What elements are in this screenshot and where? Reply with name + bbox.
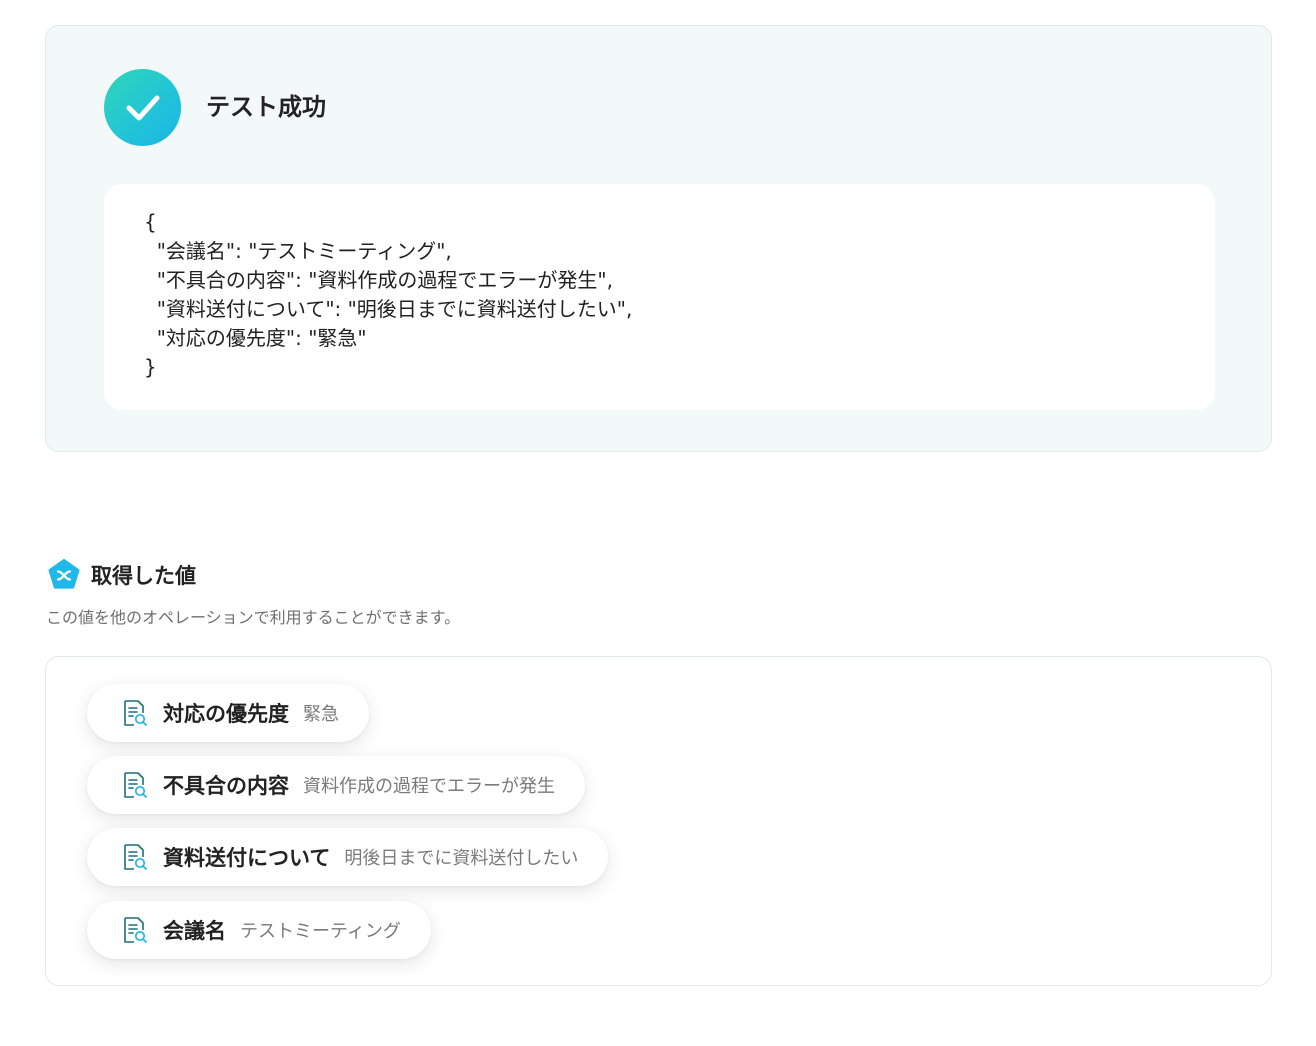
document-search-icon: [124, 917, 147, 943]
document-search-icon: [124, 844, 147, 870]
value-chip-meeting-name[interactable]: 会議名 テストミーティング: [87, 901, 431, 959]
retrieved-values-description: この値を他のオペレーションで利用することができます。: [46, 608, 461, 627]
value-chip-label: 資料送付について: [163, 846, 331, 870]
retrieved-values-title: 取得した値: [91, 564, 196, 588]
value-chip-label: 会議名: [163, 919, 226, 943]
json-output-text: { "会議名": "テストミーティング", "不具合の内容": "資料作成の過程…: [144, 210, 633, 379]
value-chip-issue[interactable]: 不具合の内容 資料作成の過程でエラーが発生: [87, 756, 585, 814]
value-chip-value: 資料作成の過程でエラーが発生: [303, 776, 555, 797]
retrieved-values-list: 対応の優先度 緊急 不具合の内容 資料作成の過程でエラーが発生 資料送付について…: [45, 656, 1272, 986]
test-status-title: テスト成功: [206, 93, 326, 121]
variable-pentagon-icon: [48, 559, 80, 589]
value-chip-label: 不具合の内容: [163, 774, 289, 798]
value-chip-document-sending[interactable]: 資料送付について 明後日までに資料送付したい: [87, 828, 609, 886]
value-chip-label: 対応の優先度: [163, 702, 289, 726]
value-chip-value: 明後日までに資料送付したい: [344, 848, 579, 869]
value-chip-value: 緊急: [303, 704, 339, 725]
test-result-panel: テスト成功 { "会議名": "テストミーティング", "不具合の内容": "資…: [45, 25, 1272, 452]
check-circle-icon: [104, 69, 181, 146]
value-chip-value: テストミーティング: [240, 921, 401, 942]
value-chip-priority[interactable]: 対応の優先度 緊急: [87, 684, 369, 742]
json-output-box: { "会議名": "テストミーティング", "不具合の内容": "資料作成の過程…: [104, 184, 1215, 410]
document-search-icon: [124, 700, 147, 726]
document-search-icon: [124, 772, 147, 798]
retrieved-values-header: 取得した値: [47, 558, 196, 592]
